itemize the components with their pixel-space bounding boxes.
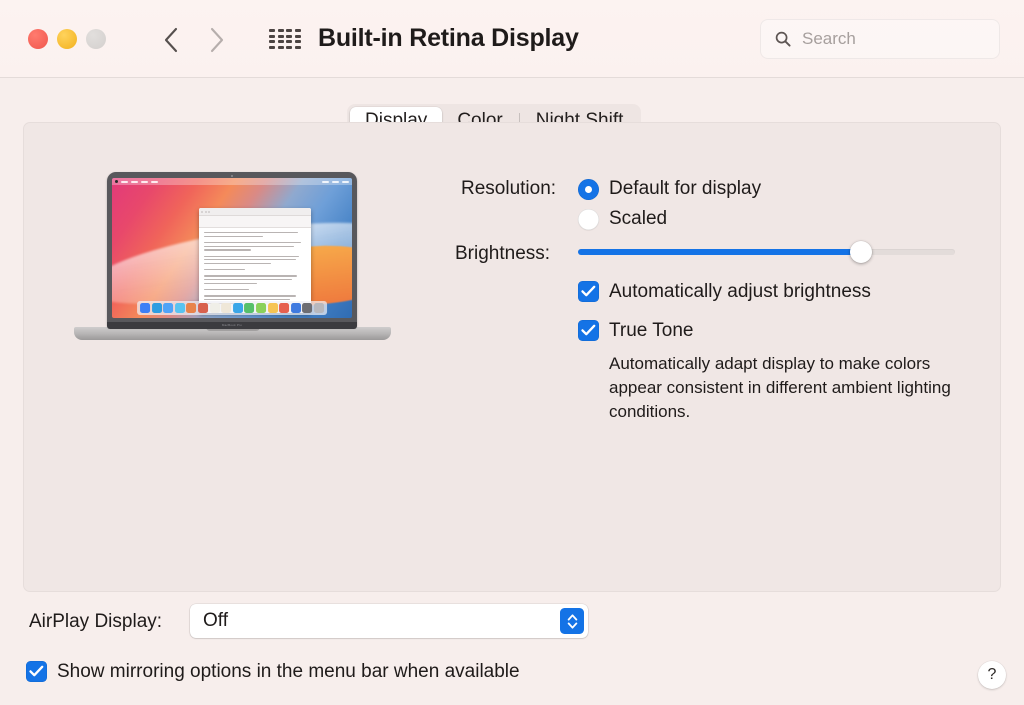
search-placeholder: Search bbox=[802, 29, 856, 48]
auto-brightness-row[interactable]: Automatically adjust brightness bbox=[578, 281, 871, 302]
brightness-slider[interactable] bbox=[578, 241, 955, 263]
titlebar: Built-in Retina Display Search bbox=[0, 0, 1024, 78]
true-tone-description: Automatically adapt display to make colo… bbox=[609, 354, 951, 421]
preview-window-text bbox=[199, 228, 311, 310]
checkbox-true-tone[interactable] bbox=[578, 320, 599, 341]
laptop-screen bbox=[112, 178, 352, 318]
preview-window-toolbar bbox=[199, 216, 311, 228]
preview-menu-bar bbox=[112, 178, 352, 185]
laptop-lid bbox=[107, 172, 357, 327]
camera-icon bbox=[231, 174, 233, 177]
preview-dock bbox=[137, 301, 327, 315]
search-field[interactable]: Search bbox=[760, 19, 1000, 59]
display-preferences-window: Built-in Retina Display Search Display C… bbox=[0, 0, 1024, 705]
search-icon bbox=[775, 31, 791, 47]
close-button[interactable] bbox=[28, 29, 48, 49]
preview-document-window bbox=[199, 208, 311, 313]
airplay-display-label: AirPlay Display: bbox=[29, 611, 163, 632]
true-tone-row[interactable]: True Tone bbox=[578, 320, 694, 341]
apple-menu-icon bbox=[115, 180, 118, 183]
display-preview-image: MacBook Pro bbox=[74, 172, 391, 362]
minimize-button[interactable] bbox=[57, 29, 77, 49]
auto-brightness-label: Automatically adjust brightness bbox=[609, 281, 871, 302]
resolution-option-default-label: Default for display bbox=[609, 178, 762, 199]
laptop-hinge: MacBook Pro bbox=[107, 322, 357, 329]
resolution-label: Resolution: bbox=[461, 178, 557, 199]
resolution-option-scaled[interactable]: Scaled bbox=[578, 208, 667, 230]
show-all-grid-icon[interactable] bbox=[268, 28, 302, 50]
resolution-option-scaled-label: Scaled bbox=[609, 208, 668, 229]
slider-knob[interactable] bbox=[849, 241, 872, 263]
chevron-up-down-icon[interactable] bbox=[560, 608, 584, 634]
page-title: Built-in Retina Display bbox=[318, 24, 579, 52]
radio-button-scaled[interactable] bbox=[578, 208, 599, 230]
mirroring-options-label: Show mirroring options in the menu bar w… bbox=[57, 661, 520, 682]
airplay-display-value: Off bbox=[203, 610, 228, 631]
zoom-button bbox=[86, 29, 106, 49]
navigation-arrows bbox=[148, 22, 240, 58]
chevron-right-icon[interactable] bbox=[194, 22, 240, 58]
checkbox-show-mirroring-options[interactable] bbox=[26, 661, 47, 682]
true-tone-label: True Tone bbox=[609, 320, 694, 341]
chevron-left-icon[interactable] bbox=[148, 22, 194, 58]
radio-button-default[interactable] bbox=[578, 178, 599, 200]
mirroring-options-row[interactable]: Show mirroring options in the menu bar w… bbox=[26, 661, 520, 682]
device-name-label: MacBook Pro bbox=[221, 323, 243, 327]
brightness-label: Brightness: bbox=[455, 243, 551, 264]
checkbox-auto-brightness[interactable] bbox=[578, 281, 599, 302]
airplay-display-popup[interactable]: Off bbox=[190, 604, 588, 638]
traffic-light-buttons bbox=[28, 29, 106, 49]
slider-fill bbox=[578, 249, 861, 255]
preview-window-titlebar bbox=[199, 208, 311, 216]
help-button[interactable]: ? bbox=[978, 661, 1006, 689]
resolution-option-default[interactable]: Default for display bbox=[578, 178, 761, 200]
